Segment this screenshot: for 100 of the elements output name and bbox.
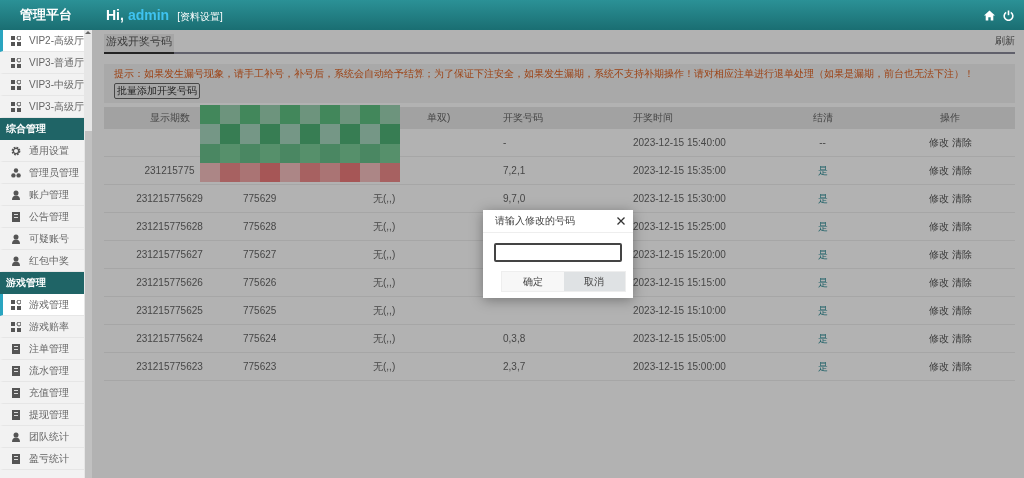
person-icon [11,233,21,244]
action-link[interactable]: 清除 [951,219,972,234]
username: admin [127,6,170,23]
table-cell: 775623 [243,361,277,372]
action-link[interactable]: 修改 [928,219,949,234]
table-cell: 无(,,) [373,191,396,206]
table-cell: 2023-12-15 15:30:00 [633,193,726,204]
scroll-up-arrow-icon [85,30,91,35]
table-cell: 0,3,8 [503,333,526,344]
action-link[interactable]: 清除 [951,331,972,346]
notice-text: 提示：如果发生漏号现象，请手工补号，补号后，系统会自动给予结算；为了保证下注安全，如果发生漏期，系统不支持补期操作！请对相应注单进行退单处理（如果是漏期，前台也无法下注）！ [114,67,974,81]
person-icon [11,431,21,442]
table-cell: -- [819,137,826,148]
settled-link[interactable]: 是 [817,303,828,318]
scrollbar[interactable] [84,30,92,478]
action-link[interactable]: 清除 [951,135,972,150]
scrollbar-thumb[interactable] [84,131,92,478]
action-link[interactable]: 清除 [951,247,972,262]
table-cell: 无(,,) [373,219,396,234]
grid-icon [11,321,21,332]
action-link[interactable]: 清除 [951,359,972,374]
table-cell: - [503,137,507,148]
settings-icon [11,145,21,156]
table-cell: 231215775625 [136,305,203,316]
table-cell: 2023-12-15 15:05:00 [633,333,726,344]
table-cell: 231215775624 [136,333,203,344]
column-header: 结清 [760,107,885,129]
settled-link[interactable]: 是 [817,331,828,346]
table-cell: 2023-12-15 15:20:00 [633,249,726,260]
dialog-button[interactable]: 确定 [502,272,564,291]
table-cell: 231215775628 [136,221,203,232]
home-icon[interactable] [984,9,995,21]
settled-link[interactable]: 是 [817,275,828,290]
power-icon[interactable] [1003,9,1014,21]
action-link[interactable]: 修改 [928,331,949,346]
action-link[interactable]: 修改 [928,303,949,318]
document-icon [11,453,21,464]
app-title: 管理平台 [19,6,73,24]
settled-link[interactable]: 是 [817,191,828,206]
table-cell: 2023-12-15 15:40:00 [633,137,726,148]
batch-add-button[interactable]: 批量添加开奖号码 [114,83,200,99]
action-link[interactable]: 修改 [928,191,949,206]
table-cell: 2023-12-15 15:00:00 [633,361,726,372]
table-cell: 775627 [243,249,277,260]
person-icon [11,255,21,266]
refresh-link[interactable]: 刷新 [995,34,1015,52]
table-cell: 2023-12-15 15:25:00 [633,221,726,232]
column-header: 操作 [885,107,1015,129]
table-cell: 775624 [243,333,277,344]
table-cell: 2023-12-15 15:15:00 [633,277,726,288]
action-link[interactable]: 修改 [928,247,949,262]
table-cell: 无(,,) [373,247,396,262]
action-link[interactable]: 修改 [928,275,949,290]
tab[interactable]: 游戏开奖号码 [104,34,174,54]
document-icon [11,211,21,222]
table-cell: 2023-12-15 15:35:00 [633,165,726,176]
action-link[interactable]: 修改 [928,135,949,150]
table-cell: 231215775629 [136,193,203,204]
table-cell: 7,2,1 [503,165,526,176]
action-link[interactable]: 清除 [951,275,972,290]
table-cell: 231215775627 [136,249,203,260]
table-cell: 775629 [243,193,277,204]
table-cell: 无(,,) [373,359,396,374]
sidebar-item[interactable]: VIP2-高级厅 [0,30,84,52]
close-icon[interactable] [617,217,625,225]
dialog-title: 请输入修改的号码 [495,214,575,228]
table-cell: 775626 [243,277,277,288]
action-link[interactable]: 清除 [951,191,972,206]
table-cell: 231215775626 [136,277,203,288]
column-header: 开奖时间 [625,107,760,129]
sidebar-section-header: 综合管理 [0,118,84,140]
table-cell: 无(,,) [373,275,396,290]
table-cell: 231215775623 [136,361,203,372]
table-cell: 9,7,0 [503,193,526,204]
sidebar-section-header: 游戏管理 [0,272,84,294]
settled-link[interactable]: 是 [817,247,828,262]
grid-icon [11,299,21,310]
table-cell: 2,3,7 [503,361,526,372]
table-cell: 2023-12-15 15:10:00 [633,305,726,316]
dialog-button[interactable]: 取消 [563,272,625,291]
table-cell: 231215775 [144,165,195,176]
settled-link[interactable]: 是 [817,359,828,374]
number-input-field[interactable] [494,243,622,262]
person-icon [11,189,21,200]
document-icon [11,387,21,398]
profile-settings-link[interactable]: [资料设置] [177,9,223,24]
grid-icon [11,57,21,68]
action-link[interactable]: 清除 [951,163,972,178]
action-link[interactable]: 修改 [928,163,949,178]
grid-icon [11,35,21,46]
table-cell: 775628 [243,221,277,232]
action-link[interactable]: 清除 [951,303,972,318]
sidebar-item[interactable]: 游戏管理 [0,294,84,316]
document-icon [11,343,21,354]
settled-link[interactable]: 是 [817,219,828,234]
action-link[interactable]: 修改 [928,359,949,374]
column-header: 开奖号码 [495,107,625,129]
table-cell: 无(,,) [373,331,396,346]
settled-link[interactable]: 是 [817,163,828,178]
grid-icon [11,79,21,90]
